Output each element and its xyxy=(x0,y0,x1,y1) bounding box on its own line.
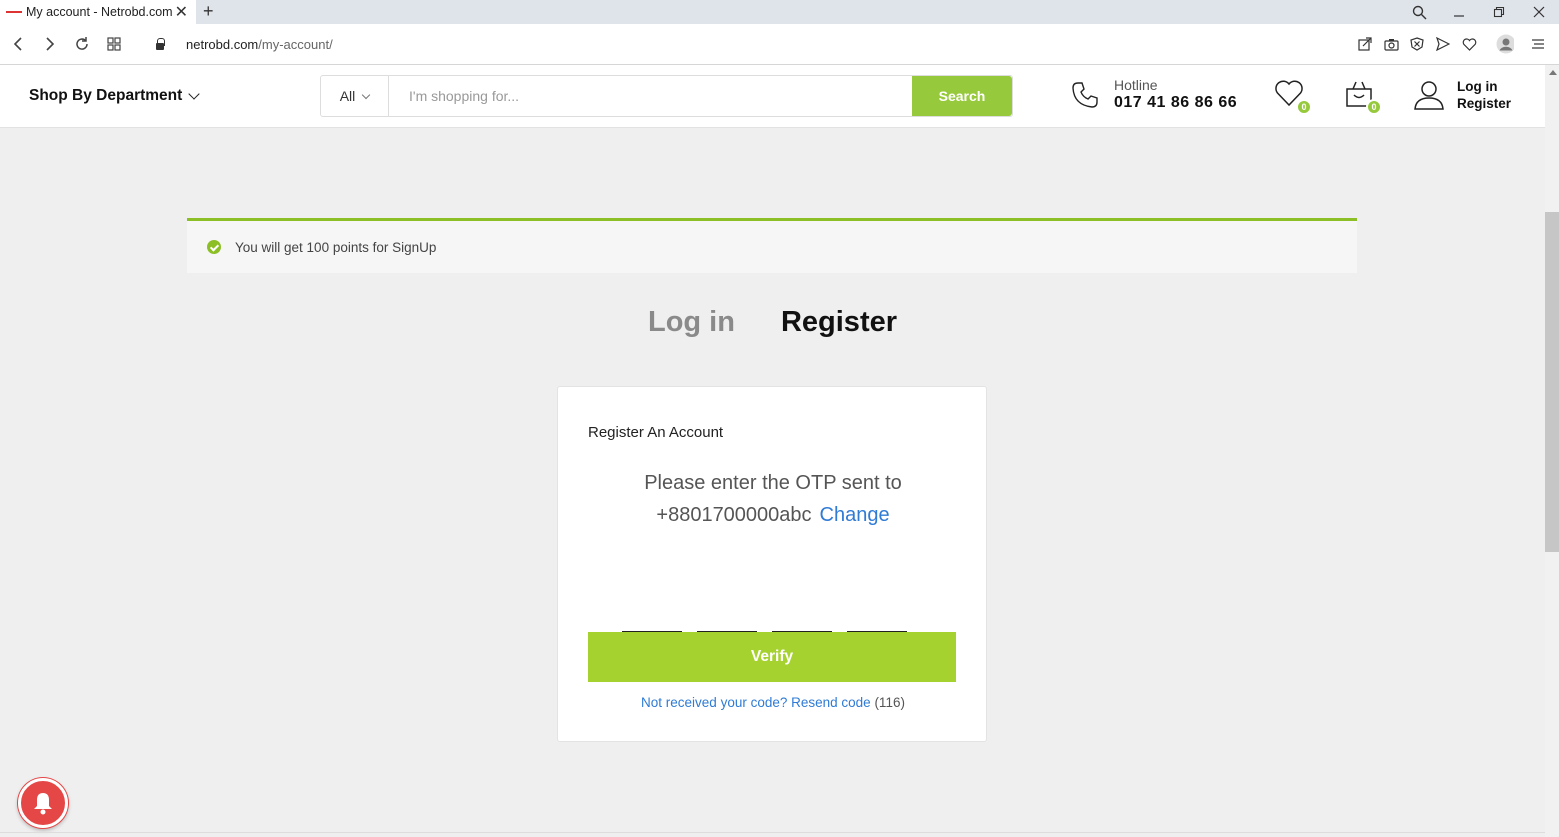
otp-phone-number: +8801700000abc xyxy=(656,504,812,526)
otp-message: Please enter the OTP sent to +8801700000… xyxy=(558,467,988,531)
browser-tab-bar: My account - Netrobd.com ✕ + xyxy=(0,0,1559,24)
search-category-select[interactable]: All xyxy=(321,76,389,116)
heart-icon[interactable] xyxy=(1460,35,1478,53)
url-path: /my-account/ xyxy=(258,37,333,52)
new-tab-icon[interactable]: + xyxy=(203,0,214,22)
hotline-label: Hotline xyxy=(1114,77,1158,93)
reload-icon[interactable] xyxy=(72,34,92,54)
speed-dial-icon[interactable] xyxy=(104,34,124,54)
scroll-up-arrow-icon[interactable] xyxy=(1549,70,1557,75)
resend-code-link[interactable]: Not received your code? Resend code xyxy=(641,695,871,710)
browser-tab[interactable]: My account - Netrobd.com ✕ xyxy=(0,0,196,24)
shop-by-department-label: Shop By Department xyxy=(29,87,183,104)
close-tab-icon[interactable]: ✕ xyxy=(175,2,188,22)
change-phone-link[interactable]: Change xyxy=(820,504,890,526)
hotline: Hotline 017 41 86 86 66 xyxy=(1070,77,1237,112)
tab-login[interactable]: Log in xyxy=(648,306,735,339)
browser-tab-title: My account - Netrobd.com xyxy=(26,5,173,19)
page-bottom-divider xyxy=(0,832,1545,833)
browser-search-icon[interactable] xyxy=(1404,0,1434,24)
resend-timer: (116) xyxy=(874,695,905,710)
address-bar: netrobd.com/my-account/ xyxy=(0,24,1559,65)
hotline-number[interactable]: 017 41 86 86 66 xyxy=(1114,94,1237,112)
otp-instruction: Please enter the OTP sent to xyxy=(644,472,902,494)
wishlist-count-badge: 0 xyxy=(1296,99,1312,115)
notice-text: You will get 100 points for SignUp xyxy=(235,239,437,255)
lock-icon[interactable] xyxy=(155,38,165,50)
chevron-down-icon xyxy=(362,90,371,99)
site-favicon-icon xyxy=(6,8,22,16)
resend-row: Not received your code? Resend code (116… xyxy=(558,695,988,710)
card-title: Register An Account xyxy=(588,424,724,441)
register-card: Register An Account Please enter the OTP… xyxy=(557,386,987,742)
tab-register[interactable]: Register xyxy=(781,306,897,339)
url-host: netrobd.com xyxy=(186,37,259,52)
notification-bell-button[interactable] xyxy=(18,778,68,828)
cart-count-badge: 0 xyxy=(1366,99,1382,115)
header-login-link[interactable]: Log in xyxy=(1457,78,1511,95)
site-header: Shop By Department All Search Hotline 01… xyxy=(0,65,1545,128)
search-button[interactable]: Search xyxy=(912,76,1012,116)
user-icon xyxy=(1414,81,1444,110)
bell-icon xyxy=(34,793,52,815)
search-category-value: All xyxy=(339,88,356,104)
auth-tabs: Log in Register xyxy=(0,306,1545,339)
restore-icon[interactable] xyxy=(1484,0,1514,24)
search-input[interactable] xyxy=(389,76,912,116)
adblock-icon[interactable] xyxy=(1408,35,1426,53)
share-icon[interactable] xyxy=(1356,35,1374,53)
wishlist-button[interactable]: 0 xyxy=(1274,79,1312,115)
back-icon[interactable] xyxy=(8,34,28,54)
window-close-icon[interactable] xyxy=(1524,0,1554,24)
camera-icon[interactable] xyxy=(1382,35,1400,53)
send-icon[interactable] xyxy=(1434,35,1452,53)
url-field[interactable]: netrobd.com/my-account/ xyxy=(186,37,333,52)
shop-by-department-menu[interactable]: Shop By Department xyxy=(29,87,200,105)
signup-points-notice: You will get 100 points for SignUp xyxy=(187,218,1357,273)
phone-icon xyxy=(1072,81,1098,108)
header-register-link[interactable]: Register xyxy=(1457,95,1511,112)
profile-avatar-icon[interactable] xyxy=(1496,34,1514,54)
menu-icon[interactable] xyxy=(1529,35,1547,53)
scrollbar-thumb[interactable] xyxy=(1545,212,1559,552)
chevron-down-icon xyxy=(188,88,200,100)
check-circle-icon xyxy=(207,240,221,254)
cart-button[interactable]: 0 xyxy=(1344,79,1382,115)
account-area: Log in Register xyxy=(1413,78,1511,112)
verify-button[interactable]: Verify xyxy=(588,632,956,682)
forward-icon[interactable] xyxy=(40,34,60,54)
minimize-icon[interactable] xyxy=(1444,0,1474,24)
search-bar: All Search xyxy=(320,75,1013,117)
